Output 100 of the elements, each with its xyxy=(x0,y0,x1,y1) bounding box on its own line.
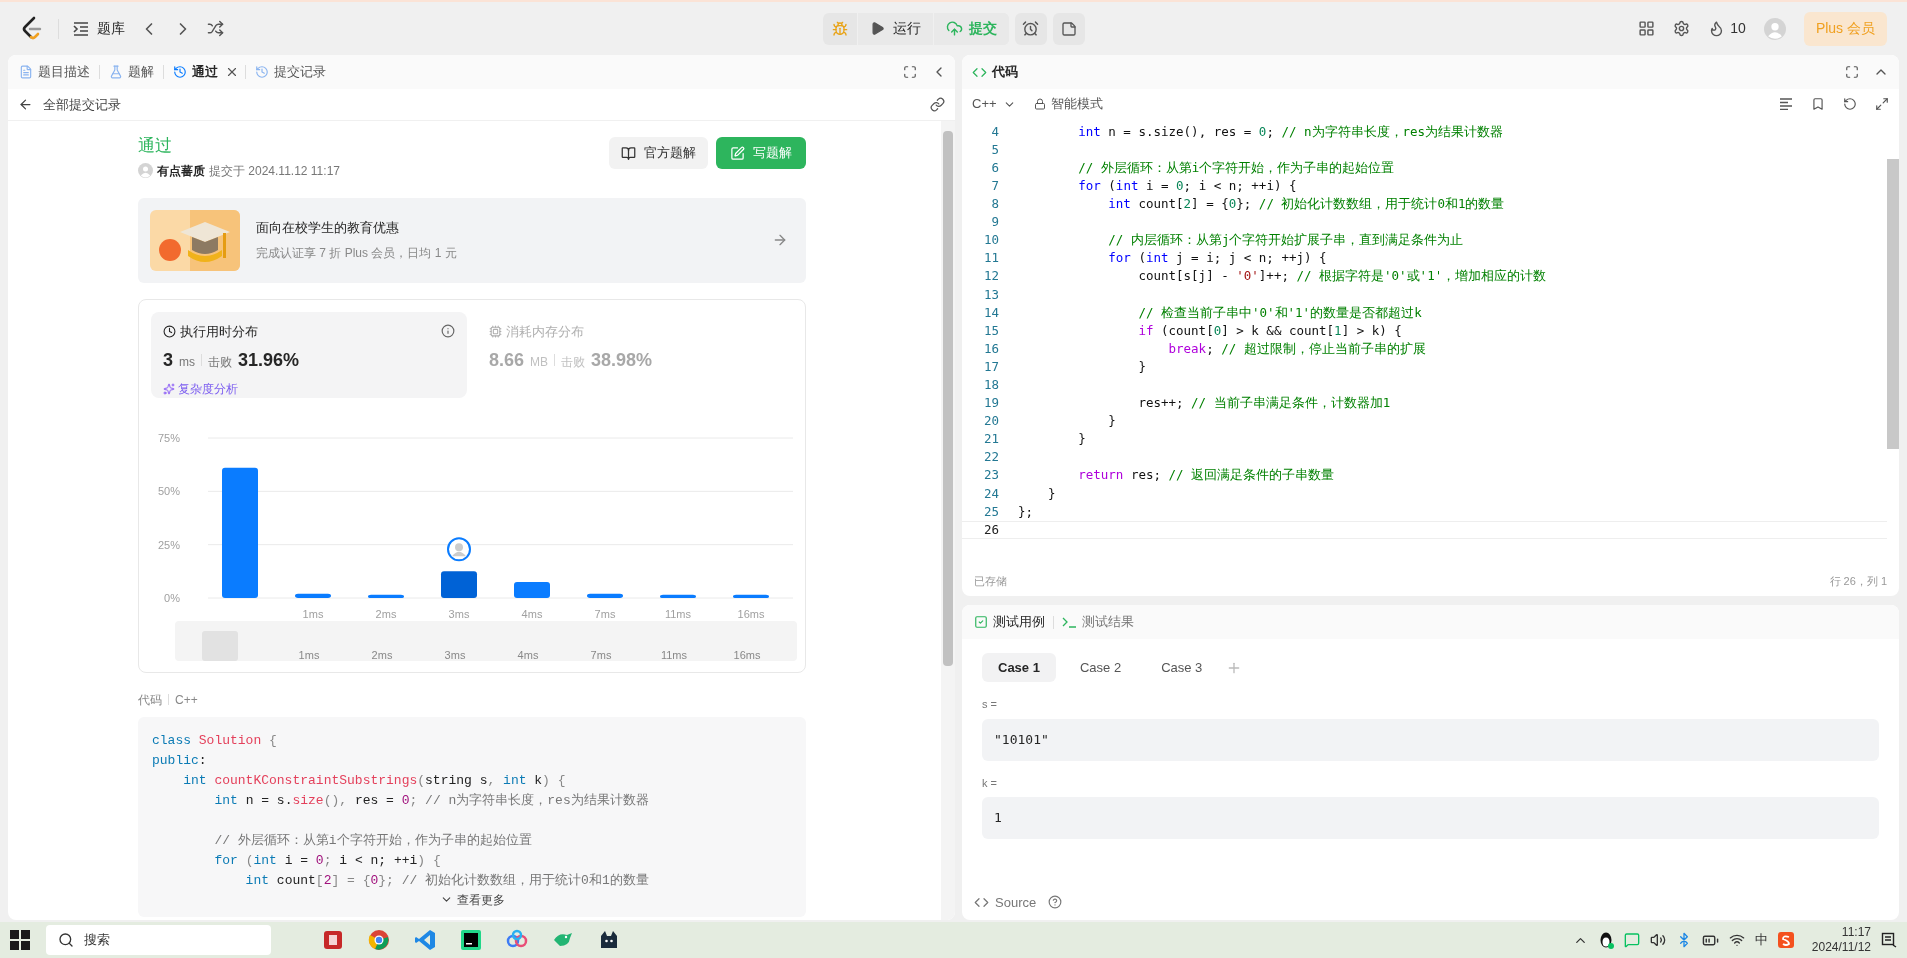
settings-button[interactable] xyxy=(1673,20,1691,37)
code-line: class Solution { xyxy=(152,732,277,748)
logo-icon[interactable] xyxy=(20,15,44,42)
pen-icon xyxy=(730,145,745,161)
problem-bank-button[interactable]: 题库 xyxy=(73,18,125,39)
input-field[interactable]: "10101" xyxy=(982,718,1879,761)
input-method-indicator[interactable]: 中 xyxy=(1754,930,1768,950)
show-more-button[interactable]: 查看更多 xyxy=(439,890,505,909)
input-label: k = xyxy=(982,775,998,791)
panel-tab[interactable]: 测试结果 xyxy=(1062,612,1134,632)
overview-label: 16ms xyxy=(733,648,761,661)
wifi-icon[interactable] xyxy=(1728,932,1745,948)
saved-status: 已存储 xyxy=(974,573,1007,589)
alarm-clock-icon xyxy=(1022,20,1039,37)
panel-tab[interactable]: 提交记录 xyxy=(252,62,329,82)
bar[interactable] xyxy=(514,581,550,598)
clock-date[interactable]: 2024/11/12 xyxy=(1811,940,1871,955)
reset-button[interactable] xyxy=(1843,97,1857,111)
case-tab[interactable]: Case 3 xyxy=(1145,653,1219,682)
document-icon xyxy=(19,65,33,79)
browser-icon[interactable] xyxy=(367,928,391,952)
code-line: for (int i = 0; i < n; ++i) { xyxy=(213,852,441,868)
source-link[interactable]: Source xyxy=(974,892,1037,912)
x-axis-label: 3ms xyxy=(448,607,470,620)
y-axis-label: 75% xyxy=(157,431,180,444)
bar[interactable] xyxy=(295,593,331,598)
bar[interactable] xyxy=(587,593,623,598)
line-number: 21 xyxy=(982,430,1000,449)
code-line: res++; // 当前子串满足条件，计数器加1 xyxy=(1137,394,1391,413)
code-line: // 外层循环：从第i个字符开始，作为子串的起始位置 xyxy=(213,832,532,848)
ide-icon[interactable] xyxy=(459,928,483,952)
volume-icon[interactable] xyxy=(1649,932,1666,948)
input-method-app-icon[interactable] xyxy=(1777,932,1794,948)
info-icon[interactable] xyxy=(441,324,455,339)
case-tab[interactable]: Case 2 xyxy=(1063,653,1138,682)
code-editor-icon[interactable] xyxy=(413,928,437,952)
shuffle-button[interactable] xyxy=(207,20,224,37)
beat-percentage: 38.98% xyxy=(591,349,653,372)
timer-button[interactable] xyxy=(1014,12,1047,45)
close-tab-button[interactable] xyxy=(225,65,239,79)
panel-tab[interactable]: 题解 xyxy=(106,62,157,82)
chip-icon xyxy=(489,324,502,338)
x-axis-label: 7ms xyxy=(594,607,616,620)
format-button[interactable] xyxy=(1779,98,1793,110)
line-number: 11 xyxy=(982,249,1000,268)
line-number: 7 xyxy=(990,176,1000,195)
note-button[interactable] xyxy=(1052,12,1085,45)
code-line: public: xyxy=(152,752,207,768)
user-avatar-icon xyxy=(1763,17,1786,40)
play-icon xyxy=(869,21,885,36)
stat-card[interactable]: 执行用时分布 3 ms 击败 31.96% 复杂度分析 xyxy=(151,311,467,398)
bar[interactable] xyxy=(368,594,404,598)
box-app-icon[interactable] xyxy=(321,928,345,952)
overview-label: 11ms xyxy=(660,648,688,661)
code-line: if (count[0] > k && count[1] > k) { xyxy=(1137,321,1402,340)
start-icon[interactable] xyxy=(10,930,30,950)
fullscreen-icon xyxy=(903,65,917,79)
panel-tab[interactable]: 通过 xyxy=(170,62,221,82)
clock-time[interactable]: 11:17 xyxy=(1841,925,1871,940)
input-field[interactable]: 1 xyxy=(982,797,1879,839)
all-submissions-link[interactable]: 全部提交记录 xyxy=(18,94,121,115)
fullscreen-button[interactable] xyxy=(903,65,917,79)
code-line: // 内层循环：从第j个字符开始扩展子串，直到满足条件为止 xyxy=(1107,231,1464,250)
align-lines-icon xyxy=(1779,98,1793,110)
complexity-analysis-link[interactable]: 复杂度分析 xyxy=(163,380,455,398)
search-field[interactable]: 搜索 xyxy=(46,925,271,955)
help-icon[interactable] xyxy=(1048,895,1063,910)
language-select[interactable]: C++ xyxy=(972,94,1016,114)
overview-label: 4ms xyxy=(517,648,539,661)
panel-tab[interactable]: 题目描述 xyxy=(16,62,93,82)
scrollbar[interactable] xyxy=(941,121,955,920)
code-language: C++ xyxy=(175,691,198,709)
expand-button[interactable] xyxy=(1875,97,1889,111)
book-icon xyxy=(621,145,636,161)
stat-value: 3 xyxy=(163,349,173,372)
undo-icon xyxy=(1843,97,1857,111)
promo-banner[interactable]: 面向在校学生的教育优惠 完成认证享 7 折 Plus 会员，日均 1 元 xyxy=(138,197,806,283)
overview-label: 7ms xyxy=(590,648,612,661)
sparkles-icon xyxy=(163,383,175,395)
line-number: 18 xyxy=(982,376,1000,394)
layout-button[interactable] xyxy=(1638,20,1656,37)
promo-subtitle: 完成认证享 7 折 Plus 会员，日均 1 元 xyxy=(256,244,458,262)
fullscreen-button[interactable] xyxy=(1845,65,1859,79)
bar[interactable] xyxy=(441,570,477,598)
line-number: 10 xyxy=(982,231,1000,250)
streak-button[interactable]: 10 xyxy=(1708,18,1746,39)
stat-value: 8.66 xyxy=(489,349,525,372)
bar[interactable] xyxy=(733,594,769,598)
bookmark-button[interactable] xyxy=(1811,97,1825,111)
panel-tab[interactable]: 测试用例 xyxy=(974,612,1045,632)
stat-title: 消耗内存分布 xyxy=(506,322,584,341)
notification-icon[interactable] xyxy=(1881,932,1897,948)
clock-icon xyxy=(163,324,176,338)
share-link-button[interactable] xyxy=(930,97,945,112)
line-number: 17 xyxy=(982,357,1000,376)
official-solution-button[interactable]: 官方题解 xyxy=(609,137,708,169)
x-axis-label: 11ms xyxy=(664,607,692,620)
overview-slider[interactable] xyxy=(175,620,797,661)
bar[interactable] xyxy=(660,594,696,598)
case-tab[interactable]: Case 1 xyxy=(982,653,1056,682)
